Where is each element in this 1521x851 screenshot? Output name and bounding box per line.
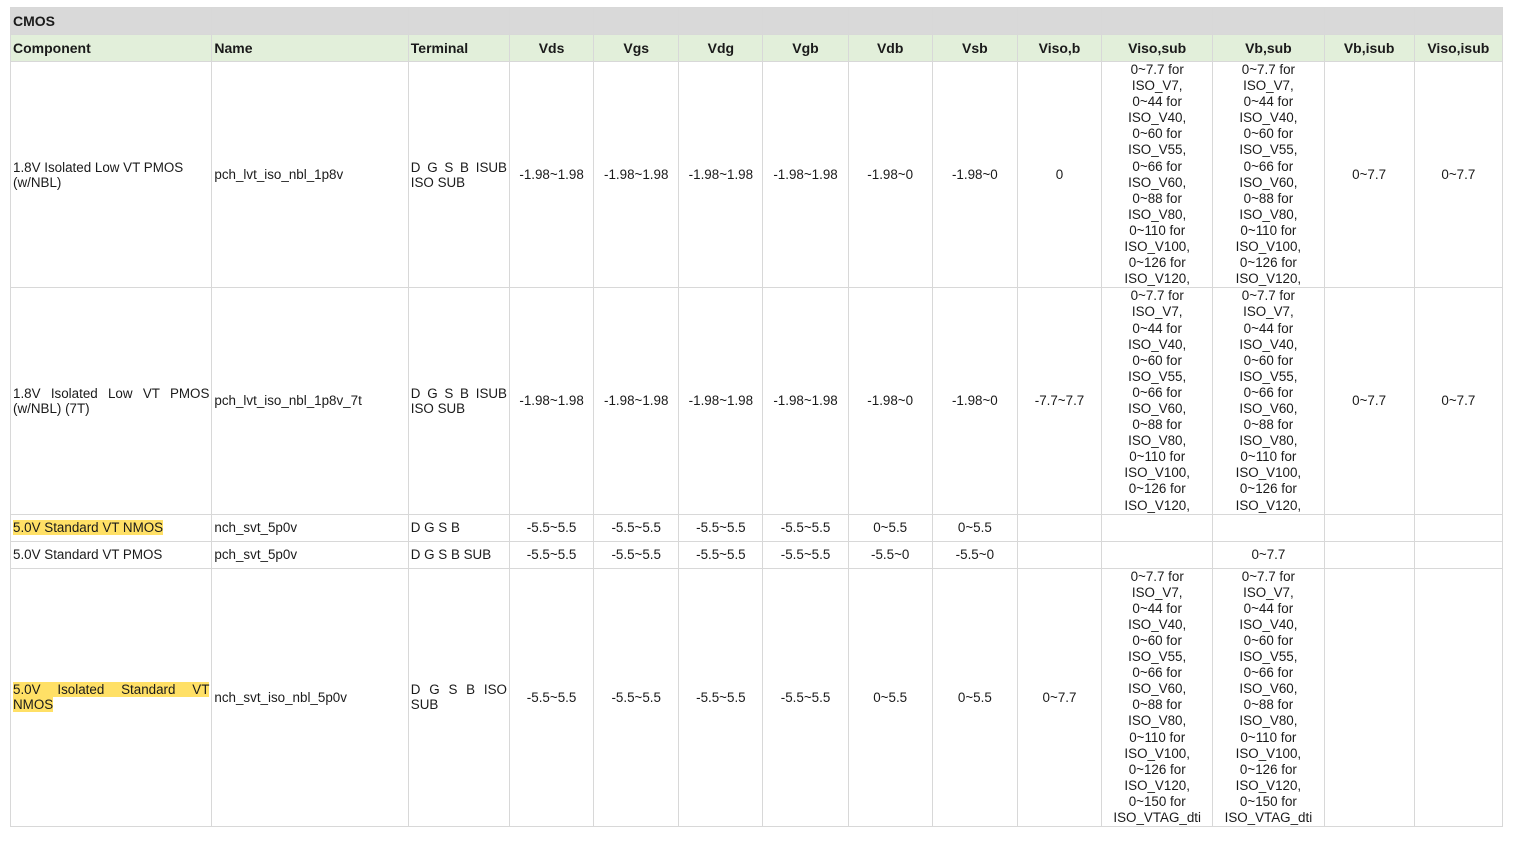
header-viso-sub: Viso,sub	[1101, 34, 1214, 62]
cell-vgb: -5.5~5.5	[762, 540, 849, 569]
cell-component: 5.0V Isolated Standard VT NMOS	[9, 567, 213, 828]
cell-vsb: -5.5~0	[931, 540, 1018, 569]
cell-component: 1.8V Isolated Low VT PMOS (w/NBL) (7T)	[9, 287, 213, 515]
cell-vdb: 0~5.5	[847, 567, 933, 828]
header-vdg: Vdg	[678, 34, 764, 62]
highlighted-component: 5.0V Standard VT NMOS	[13, 520, 164, 536]
cell-component: 5.0V Standard VT PMOS	[9, 540, 213, 569]
cell-component: 5.0V Standard VT NMOS	[9, 513, 213, 542]
cell-viso-b	[1016, 513, 1103, 542]
cell-terminal: D G S B ISUB ISO SUB	[407, 287, 510, 515]
cell-vgs: -1.98~1.98	[593, 287, 680, 515]
cell-terminal: D G S B	[407, 513, 510, 542]
cell-viso-sub: 0~7.7 for ISO_V7, 0~44 for ISO_V40, 0~60…	[1101, 60, 1214, 289]
cmos-table: CMOS Component Name Terminal Vds Vgs Vdg…	[9, 7, 1504, 828]
cell-vsb: 0~5.5	[931, 513, 1018, 542]
cell-vds: -5.5~5.5	[508, 567, 595, 828]
cell-vgs: -1.98~1.98	[593, 60, 680, 289]
cell-vdg: -1.98~1.98	[678, 60, 764, 289]
cell-vgb: -1.98~1.98	[762, 287, 849, 515]
header-vdb: Vdb	[847, 34, 933, 62]
cell-name: pch_svt_5p0v	[211, 540, 409, 569]
cell-name: nch_svt_iso_nbl_5p0v	[211, 567, 409, 828]
header-vsb: Vsb	[931, 34, 1018, 62]
cell-vsb: -1.98~0	[931, 287, 1018, 515]
cell-vgb: -1.98~1.98	[762, 60, 849, 289]
cell-viso-b: -7.7~7.7	[1016, 287, 1103, 515]
cell-vdb: 0~5.5	[847, 513, 933, 542]
cell-viso-sub: 0~7.7 for ISO_V7, 0~44 for ISO_V40, 0~60…	[1101, 567, 1214, 828]
cell-viso-isub	[1413, 540, 1504, 569]
header-component: Component	[9, 34, 213, 62]
cell-vds: -1.98~1.98	[508, 60, 595, 289]
cell-viso-b: 0	[1016, 60, 1103, 289]
cell-vgs: -5.5~5.5	[593, 513, 680, 542]
header-terminal: Terminal	[407, 34, 510, 62]
table-row: 1.8V Isolated Low VT PMOS (w/NBL) pch_lv…	[9, 60, 1504, 289]
cell-vgs: -5.5~5.5	[593, 540, 680, 569]
cell-viso-b	[1016, 540, 1103, 569]
cell-viso-sub	[1101, 513, 1214, 542]
cell-vdb: -1.98~0	[847, 60, 933, 289]
cell-vdg: -5.5~5.5	[678, 540, 764, 569]
cell-vdb: -1.98~0	[847, 287, 933, 515]
cell-component: 1.8V Isolated Low VT PMOS (w/NBL)	[9, 60, 213, 289]
cell-terminal: D G S B ISO SUB	[407, 567, 510, 828]
cell-name: pch_lvt_iso_nbl_1p8v_7t	[211, 287, 409, 515]
cell-name: nch_svt_5p0v	[211, 513, 409, 542]
cell-vb-isub	[1323, 567, 1415, 828]
cell-vb-isub: 0~7.7	[1323, 287, 1415, 515]
cell-viso-b: 0~7.7	[1016, 567, 1103, 828]
cell-vdg: -5.5~5.5	[678, 513, 764, 542]
cell-vb-isub	[1323, 540, 1415, 569]
header-vgb: Vgb	[762, 34, 849, 62]
cell-viso-sub: 0~7.7 for ISO_V7, 0~44 for ISO_V40, 0~60…	[1101, 287, 1214, 515]
cell-viso-sub	[1101, 540, 1214, 569]
header-vds: Vds	[508, 34, 595, 62]
cell-terminal: D G S B ISUB ISO SUB	[407, 60, 510, 289]
table-title: CMOS	[9, 7, 213, 35]
cell-vb-isub	[1323, 513, 1415, 542]
cell-vb-isub: 0~7.7	[1323, 60, 1415, 289]
cell-terminal: D G S B SUB	[407, 540, 510, 569]
cell-vb-sub: 0~7.7	[1212, 540, 1325, 569]
cell-vb-sub	[1212, 513, 1325, 542]
header-name: Name	[211, 34, 409, 62]
header-viso-isub: Viso,isub	[1413, 34, 1504, 62]
header-vb-isub: Vb,isub	[1323, 34, 1415, 62]
cell-vsb: -1.98~0	[931, 60, 1018, 289]
header-row: Component Name Terminal Vds Vgs Vdg Vgb …	[9, 34, 1504, 62]
table-row: 5.0V Standard VT NMOS nch_svt_5p0v D G S…	[9, 513, 1504, 542]
cell-vdb: -5.5~0	[847, 540, 933, 569]
cell-vds: -5.5~5.5	[508, 513, 595, 542]
header-vb-sub: Vb,sub	[1212, 34, 1325, 62]
cell-vb-sub: 0~7.7 for ISO_V7, 0~44 for ISO_V40, 0~60…	[1212, 567, 1325, 828]
cell-vds: -1.98~1.98	[508, 287, 595, 515]
cell-viso-isub: 0~7.7	[1413, 287, 1504, 515]
cell-viso-isub: 0~7.7	[1413, 60, 1504, 289]
title-row: CMOS	[9, 7, 1504, 35]
cell-vdg: -5.5~5.5	[678, 567, 764, 828]
cell-vgb: -5.5~5.5	[762, 567, 849, 828]
cell-viso-isub	[1413, 513, 1504, 542]
cell-name: pch_lvt_iso_nbl_1p8v	[211, 60, 409, 289]
header-viso-b: Viso,b	[1016, 34, 1103, 62]
table-row: 1.8V Isolated Low VT PMOS (w/NBL) (7T) p…	[9, 287, 1504, 515]
cell-vds: -5.5~5.5	[508, 540, 595, 569]
header-vgs: Vgs	[593, 34, 680, 62]
cell-vb-sub: 0~7.7 for ISO_V7, 0~44 for ISO_V40, 0~60…	[1212, 60, 1325, 289]
table-row: 5.0V Isolated Standard VT NMOS nch_svt_i…	[9, 567, 1504, 828]
cell-vdg: -1.98~1.98	[678, 287, 764, 515]
cell-vgs: -5.5~5.5	[593, 567, 680, 828]
cell-vsb: 0~5.5	[931, 567, 1018, 828]
cell-vgb: -5.5~5.5	[762, 513, 849, 542]
highlighted-component: 5.0V Isolated Standard VT NMOS	[13, 682, 210, 713]
table-row: 5.0V Standard VT PMOS pch_svt_5p0v D G S…	[9, 540, 1504, 569]
cell-viso-isub	[1413, 567, 1504, 828]
cell-vb-sub: 0~7.7 for ISO_V7, 0~44 for ISO_V40, 0~60…	[1212, 287, 1325, 515]
